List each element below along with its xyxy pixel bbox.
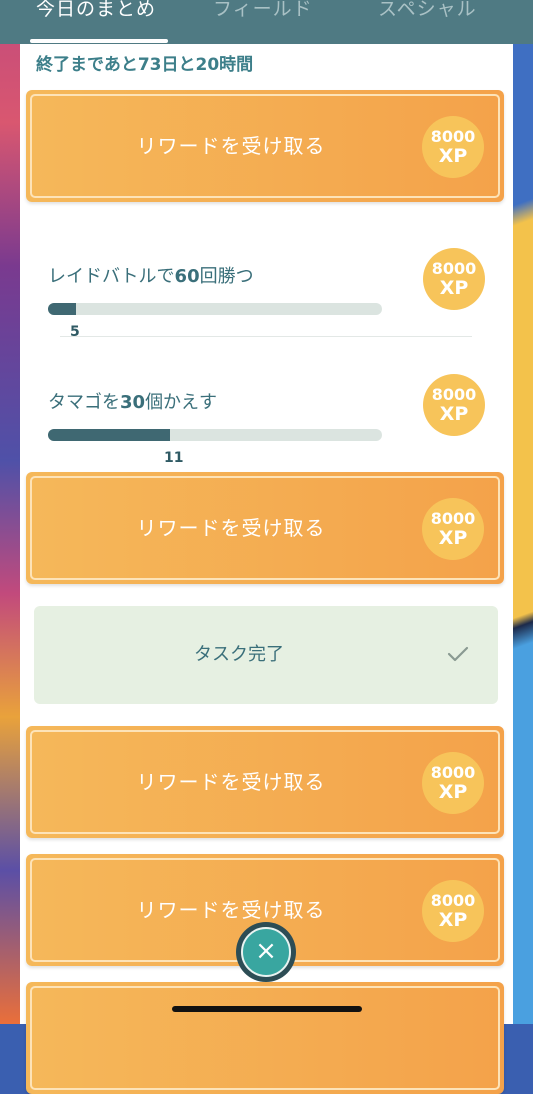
tab-bar: 今日のまとめ フィールド スペシャル xyxy=(0,0,533,44)
reward-label: リワードを受け取る xyxy=(136,770,326,794)
tab-special[interactable]: スペシャル xyxy=(378,0,477,21)
xp-amount: 8000 xyxy=(431,259,477,278)
task-title: レイドバトルで60回勝つ xyxy=(48,266,254,287)
divider xyxy=(60,336,472,337)
close-button[interactable]: × xyxy=(236,922,296,982)
reward-card[interactable]: リワードを受け取る 8000 XP xyxy=(26,472,504,584)
active-tab-indicator xyxy=(30,39,168,43)
xp-amount: 8000 xyxy=(430,509,476,528)
xp-badge: 8000 XP xyxy=(422,880,484,942)
xp-amount: 8000 xyxy=(430,127,476,146)
xp-amount: 8000 xyxy=(430,763,476,782)
research-panel: 終了まであと73日と20時間 リワードを受け取る 8000 XP レイドバトルで… xyxy=(20,44,513,1094)
home-indicator xyxy=(172,1006,362,1012)
close-icon[interactable]: × xyxy=(241,927,291,977)
xp-badge: 8000 XP xyxy=(422,752,484,814)
xp-amount: 8000 xyxy=(431,385,477,404)
xp-unit: XP xyxy=(438,781,468,803)
background-right-stripes xyxy=(511,0,533,1024)
progress-fill xyxy=(48,429,170,441)
check-icon xyxy=(447,646,469,662)
reward-label: リワードを受け取る xyxy=(136,516,326,540)
background-left-stripes xyxy=(0,0,20,1024)
task-title: タマゴを30個かえす xyxy=(48,392,218,413)
xp-badge: 8000 XP xyxy=(422,116,484,178)
xp-badge: 8000 XP xyxy=(423,248,485,310)
progress-value: 5 xyxy=(70,324,80,340)
reward-card[interactable]: リワードを受け取る 8000 XP xyxy=(26,90,504,202)
progress-bar xyxy=(48,429,382,441)
tab-field[interactable]: フィールド xyxy=(213,0,313,21)
task-complete-label: タスク完了 xyxy=(194,644,284,665)
xp-unit: XP xyxy=(439,277,469,299)
reward-card[interactable] xyxy=(26,982,504,1094)
xp-unit: XP xyxy=(439,403,469,425)
progress-value: 11 xyxy=(164,450,184,466)
xp-unit: XP xyxy=(438,527,468,549)
xp-badge: 8000 XP xyxy=(423,374,485,436)
xp-unit: XP xyxy=(438,145,468,167)
reward-card-border xyxy=(30,986,500,1090)
xp-unit: XP xyxy=(438,909,468,931)
tab-today-summary[interactable]: 今日のまとめ xyxy=(36,0,156,21)
progress-bar xyxy=(48,303,382,315)
task-complete-card: タスク完了 xyxy=(34,606,498,704)
reward-label: リワードを受け取る xyxy=(136,134,326,158)
countdown-text: 終了まであと73日と20時間 xyxy=(36,55,254,75)
xp-amount: 8000 xyxy=(430,891,476,910)
xp-badge: 8000 XP xyxy=(422,498,484,560)
reward-label: リワードを受け取る xyxy=(136,898,326,922)
progress-fill xyxy=(48,303,76,315)
reward-card[interactable]: リワードを受け取る 8000 XP xyxy=(26,726,504,838)
